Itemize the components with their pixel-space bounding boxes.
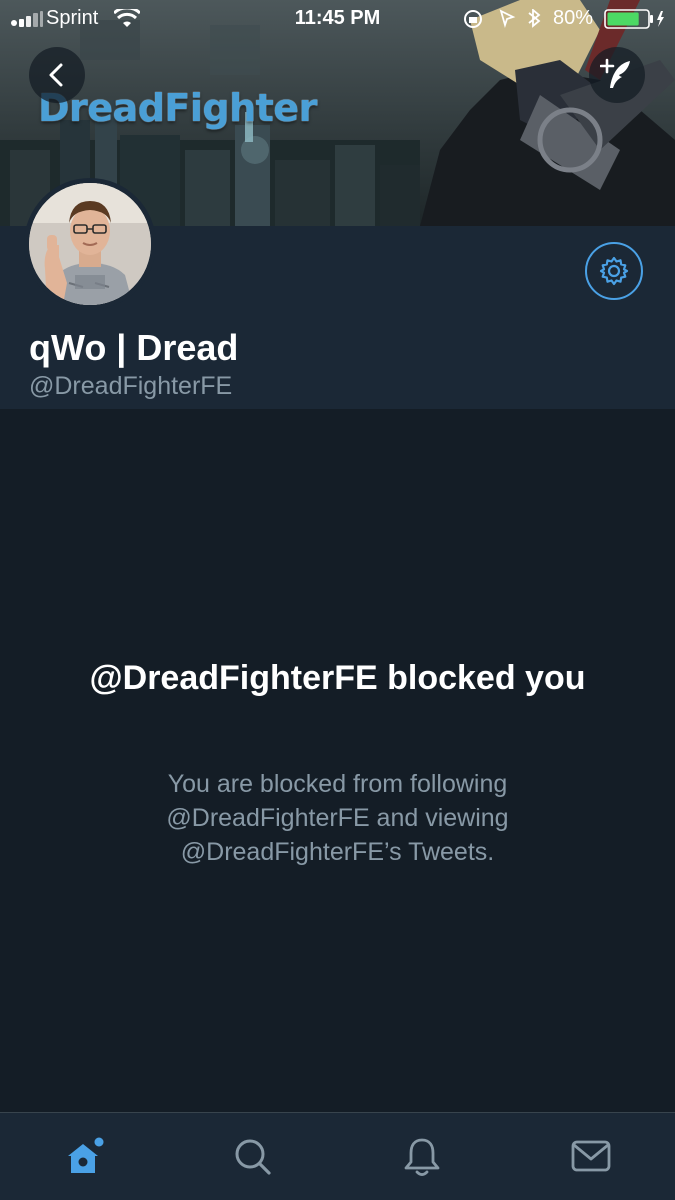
home-icon bbox=[68, 1137, 104, 1173]
location-icon bbox=[499, 9, 516, 29]
display-name: qWo | Dread bbox=[29, 327, 239, 368]
gear-icon bbox=[599, 256, 629, 286]
compose-tweet-icon bbox=[600, 58, 630, 88]
blocked-description: You are blocked from following @DreadFig… bbox=[166, 770, 509, 866]
bottom-tab-bar bbox=[0, 1112, 675, 1200]
chevron-left-icon bbox=[49, 63, 63, 87]
search-icon bbox=[235, 1139, 271, 1175]
tab-home[interactable] bbox=[45, 1113, 125, 1200]
battery-icon bbox=[604, 9, 664, 29]
tab-messages[interactable] bbox=[551, 1113, 631, 1200]
back-button[interactable] bbox=[29, 47, 85, 103]
avatar bbox=[29, 183, 151, 305]
rotation-lock-icon bbox=[464, 10, 482, 28]
banner-title: DreadFighter bbox=[38, 86, 317, 130]
compose-tweet-button[interactable] bbox=[589, 47, 645, 103]
status-bar: Sprint 11:45 PM 80% bbox=[0, 0, 675, 38]
tab-search[interactable] bbox=[213, 1113, 293, 1200]
mail-icon bbox=[571, 1140, 611, 1172]
battery-percent: 80% bbox=[553, 7, 594, 29]
profile-page: DreadFighter Sprint 11:45 PM 80% qWo | D… bbox=[0, 0, 675, 1200]
bluetooth-icon bbox=[528, 9, 541, 28]
avatar-image bbox=[29, 183, 151, 305]
tab-notifications[interactable] bbox=[382, 1113, 462, 1200]
avatar-frame[interactable] bbox=[24, 178, 156, 310]
bell-icon bbox=[404, 1138, 440, 1176]
blocked-title: @DreadFighterFE blocked you bbox=[89, 659, 586, 697]
status-icons bbox=[464, 9, 541, 29]
username-handle: @DreadFighterFE bbox=[29, 372, 233, 400]
settings-button[interactable] bbox=[585, 242, 643, 300]
